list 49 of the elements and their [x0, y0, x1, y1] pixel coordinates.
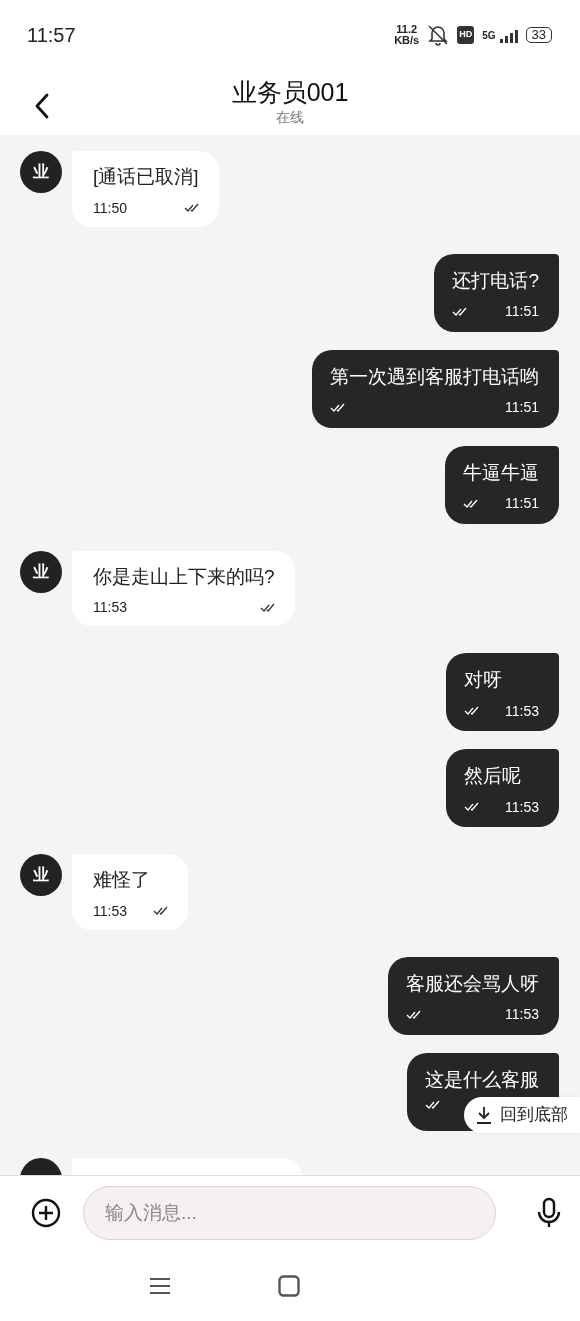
double-check-icon — [464, 706, 479, 717]
double-check-icon — [425, 1100, 440, 1111]
signal-icon — [499, 27, 518, 43]
avatar: 业 — [20, 550, 62, 593]
message-text: 牛逼牛逼 — [463, 460, 539, 485]
double-check-icon — [464, 802, 479, 813]
message-text: 然后呢 — [464, 764, 522, 789]
avatar: 业 — [20, 854, 62, 897]
double-check-icon — [406, 1009, 421, 1020]
back-button[interactable] — [34, 93, 50, 119]
scroll-to-bottom-button[interactable]: 回到底部 — [464, 1097, 580, 1133]
status-text: 在线 — [276, 108, 304, 127]
home-button[interactable] — [278, 1273, 300, 1298]
double-check-icon — [452, 306, 468, 317]
message-text: 你是走山上下来的吗? — [93, 564, 275, 589]
message-time: 11:53 — [505, 797, 539, 817]
message-time: 11:51 — [505, 398, 539, 418]
message-time: 11:53 — [505, 701, 539, 721]
download-arrow-icon — [476, 1106, 492, 1124]
double-check-icon — [463, 498, 478, 509]
battery: 33 — [525, 27, 552, 43]
speed-value: 11.2 — [395, 24, 419, 35]
clock: 11:57 — [27, 23, 76, 48]
message-text: 对呀 — [464, 668, 503, 693]
message-text: 还打电话? — [452, 268, 539, 293]
message-text: 客服还会骂人呀 — [406, 971, 539, 996]
muted-bell-icon — [427, 24, 450, 46]
message-time: 11:50 — [93, 198, 127, 218]
network-type: 5G — [482, 28, 496, 43]
message-time: 11:51 — [505, 302, 539, 322]
message-time: 11:53 — [505, 1005, 539, 1025]
chat-title: 业务员001 — [231, 77, 349, 107]
double-check-icon — [259, 602, 275, 613]
message-time: 11:51 — [505, 494, 539, 514]
message-text: [通话已取消] — [93, 165, 199, 189]
message-text: 这是什么客服 — [425, 1067, 539, 1092]
message-text: 第一次遇到客服打电话哟 — [330, 364, 539, 389]
speed-unit: KB/s — [394, 35, 420, 46]
message-time: 11:53 — [93, 598, 127, 618]
double-check-icon — [330, 402, 345, 413]
double-check-icon — [183, 203, 199, 214]
add-button[interactable] — [31, 1198, 61, 1228]
double-check-icon — [153, 906, 168, 917]
avatar: 业 — [20, 151, 62, 193]
message-input[interactable]: 输入消息... — [83, 1186, 496, 1240]
message-text: 难怪了 — [93, 868, 151, 893]
hd-badge: HD — [457, 26, 475, 44]
message-time: 11:53 — [93, 901, 127, 921]
microphone-button[interactable] — [536, 1197, 562, 1229]
